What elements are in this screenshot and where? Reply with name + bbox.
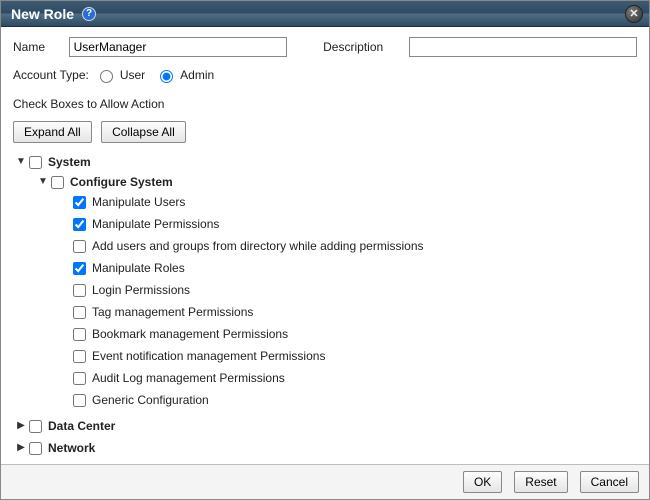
tree-node-system: ▼ System ▼ Configure System: [13, 151, 633, 415]
checkbox-audit-perms[interactable]: [73, 372, 86, 385]
close-icon[interactable]: ✕: [625, 5, 643, 23]
label-tag-perms: Tag management Permissions: [92, 303, 253, 321]
account-user-label[interactable]: User: [120, 68, 145, 82]
label-manip-perms: Manipulate Permissions: [92, 215, 219, 233]
tree-node-data-center: ▶ Data Center: [13, 415, 633, 437]
expand-all-button[interactable]: Expand All: [13, 121, 92, 143]
description-input[interactable]: [409, 37, 637, 57]
toggle-data-center[interactable]: ▶: [15, 417, 27, 435]
tree-node-manip-perms: ▶Manipulate Permissions: [59, 213, 633, 235]
checkbox-data-center[interactable]: [29, 420, 42, 433]
checkbox-bookmark-perms[interactable]: [73, 328, 86, 341]
tree-node-configure-system: ▼ Configure System ▶Manipulate Users▶Man…: [37, 171, 633, 413]
toggle-configure-system[interactable]: ▼: [37, 173, 49, 191]
tree-node-manip-users: ▶Manipulate Users: [59, 191, 633, 213]
label-network: Network: [48, 439, 95, 457]
account-type-label: Account Type:: [13, 68, 89, 82]
label-audit-perms: Audit Log management Permissions: [92, 369, 285, 387]
label-manip-roles: Manipulate Roles: [92, 259, 185, 277]
permissions-tree: ▼ System ▼ Configure System: [13, 151, 633, 459]
tree-node-tag-perms: ▶Tag management Permissions: [59, 301, 633, 323]
account-user-radio[interactable]: [100, 70, 113, 83]
dialog-title: New Role: [11, 6, 74, 22]
checkbox-system[interactable]: [29, 156, 42, 169]
tree-node-audit-perms: ▶Audit Log management Permissions: [59, 367, 633, 389]
tree-node-manip-roles: ▶Manipulate Roles: [59, 257, 633, 279]
toggle-network[interactable]: ▶: [15, 439, 27, 457]
permissions-heading: Check Boxes to Allow Action: [13, 97, 637, 111]
label-generic-conf: Generic Configuration: [92, 391, 209, 409]
checkbox-event-perms[interactable]: [73, 350, 86, 363]
label-login-perms: Login Permissions: [92, 281, 190, 299]
cancel-button[interactable]: Cancel: [580, 471, 639, 493]
label-event-perms: Event notification management Permission…: [92, 347, 325, 365]
collapse-all-button[interactable]: Collapse All: [101, 121, 186, 143]
tree-node-bookmark-perms: ▶Bookmark management Permissions: [59, 323, 633, 345]
permissions-tree-container: ▼ System ▼ Configure System: [13, 151, 637, 460]
label-manip-users: Manipulate Users: [92, 193, 185, 211]
checkbox-tag-perms[interactable]: [73, 306, 86, 319]
dialog-content: Name Description Account Type: User Admi…: [1, 27, 649, 464]
description-label: Description: [323, 40, 402, 54]
reset-button[interactable]: Reset: [514, 471, 567, 493]
label-add-dir: Add users and groups from directory whil…: [92, 237, 424, 255]
dialog-footer: OK Reset Cancel: [1, 464, 649, 499]
label-data-center: Data Center: [48, 417, 115, 435]
tree-node-generic-conf: ▶Generic Configuration: [59, 389, 633, 411]
checkbox-manip-roles[interactable]: [73, 262, 86, 275]
permissions-tree-scroll[interactable]: ▼ System ▼ Configure System: [13, 151, 637, 460]
checkbox-configure-system[interactable]: [51, 176, 64, 189]
tree-toolbar: Expand All Collapse All: [13, 121, 637, 143]
label-system: System: [48, 153, 91, 171]
name-input[interactable]: [69, 37, 288, 57]
tree-node-add-dir: ▶Add users and groups from directory whi…: [59, 235, 633, 257]
checkbox-generic-conf[interactable]: [73, 394, 86, 407]
account-admin-label[interactable]: Admin: [180, 68, 214, 82]
tree-node-login-perms: ▶Login Permissions: [59, 279, 633, 301]
checkbox-network[interactable]: [29, 442, 42, 455]
label-configure-system: Configure System: [70, 173, 173, 191]
ok-button[interactable]: OK: [463, 471, 502, 493]
checkbox-manip-perms[interactable]: [73, 218, 86, 231]
tree-node-network: ▶ Network: [13, 437, 633, 459]
name-description-row: Name Description: [13, 37, 637, 57]
new-role-dialog: New Role ? ✕ Name Description Account Ty…: [0, 0, 650, 500]
checkbox-add-dir[interactable]: [73, 240, 86, 253]
label-bookmark-perms: Bookmark management Permissions: [92, 325, 288, 343]
tree-node-event-perms: ▶Event notification management Permissio…: [59, 345, 633, 367]
account-type-row: Account Type: User Admin: [13, 67, 637, 83]
dialog-titlebar: New Role ? ✕: [1, 1, 649, 27]
checkbox-manip-users[interactable]: [73, 196, 86, 209]
account-admin-radio[interactable]: [160, 70, 173, 83]
checkbox-login-perms[interactable]: [73, 284, 86, 297]
name-label: Name: [13, 40, 63, 54]
help-icon[interactable]: ?: [82, 7, 96, 21]
toggle-system[interactable]: ▼: [15, 153, 27, 171]
